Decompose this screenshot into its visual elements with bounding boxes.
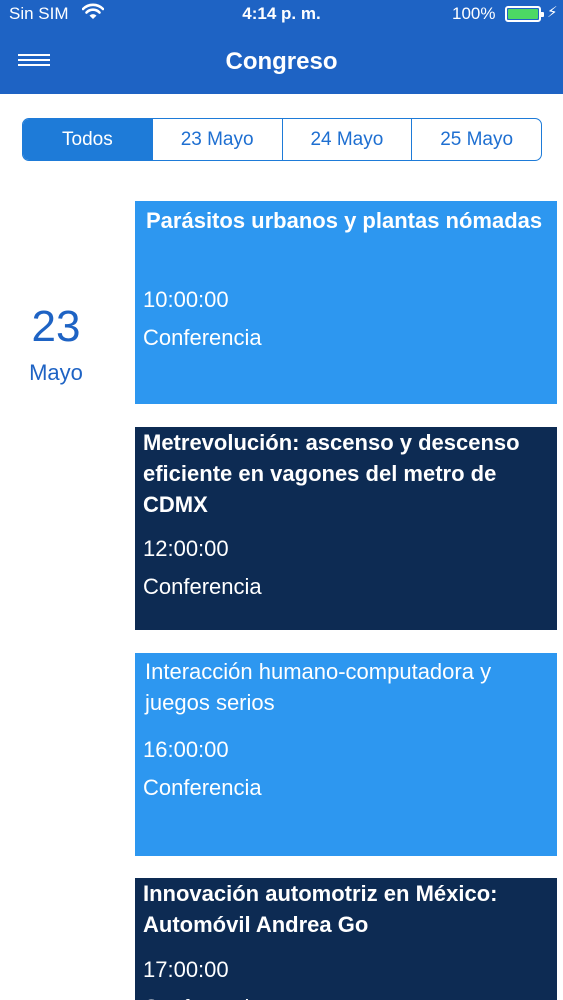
event-type: Conferencia — [143, 995, 262, 1000]
event-type: Conferencia — [143, 574, 262, 599]
battery-percentage: 100% — [452, 4, 496, 23]
bolt-icon: ⚡ — [547, 4, 558, 21]
event-card[interactable]: Interacción humano-computadora y juegos … — [135, 653, 557, 856]
page-title: Congreso — [225, 48, 338, 75]
event-type: Conferencia — [143, 775, 262, 800]
event-card[interactable]: Innovación automotriz en México: Automóv… — [135, 878, 557, 1000]
event-title: Parásitos urbanos y plantas nómadas — [146, 208, 543, 233]
event-time: 17:00:00 — [143, 957, 229, 982]
event-time: 10:00:00 — [143, 287, 229, 312]
date-day: 23 — [31, 302, 81, 351]
tab-24-mayo[interactable]: 24 Mayo — [281, 119, 412, 160]
event-title: Metrevolución: ascenso y descenso eficie… — [143, 430, 520, 517]
tab-todos[interactable]: Todos — [23, 119, 152, 160]
event-title: Interacción humano-computadora y juegos … — [145, 659, 492, 715]
event-card[interactable]: Parásitos urbanos y plantas nómadas 10:0… — [135, 201, 557, 404]
date-filter-segmented-control: Todos 23 Mayo 24 Mayo 25 Mayo — [22, 118, 542, 161]
event-card[interactable]: Metrevolución: ascenso y descenso eficie… — [135, 427, 557, 630]
event-time: 16:00:00 — [143, 737, 229, 762]
tab-25-mayo[interactable]: 25 Mayo — [411, 119, 541, 160]
event-time: 12:00:00 — [143, 536, 229, 561]
navigation-bar: Congreso — [0, 28, 563, 94]
event-title: Innovación automotriz en México: Automóv… — [143, 881, 498, 937]
event-type: Conferencia — [143, 325, 262, 350]
battery-icon — [505, 6, 544, 22]
status-bar: Sin SIM 4:14 p. m. 100% ⚡ — [0, 0, 563, 28]
date-month: Mayo — [29, 360, 83, 385]
tab-23-mayo[interactable]: 23 Mayo — [151, 119, 282, 160]
